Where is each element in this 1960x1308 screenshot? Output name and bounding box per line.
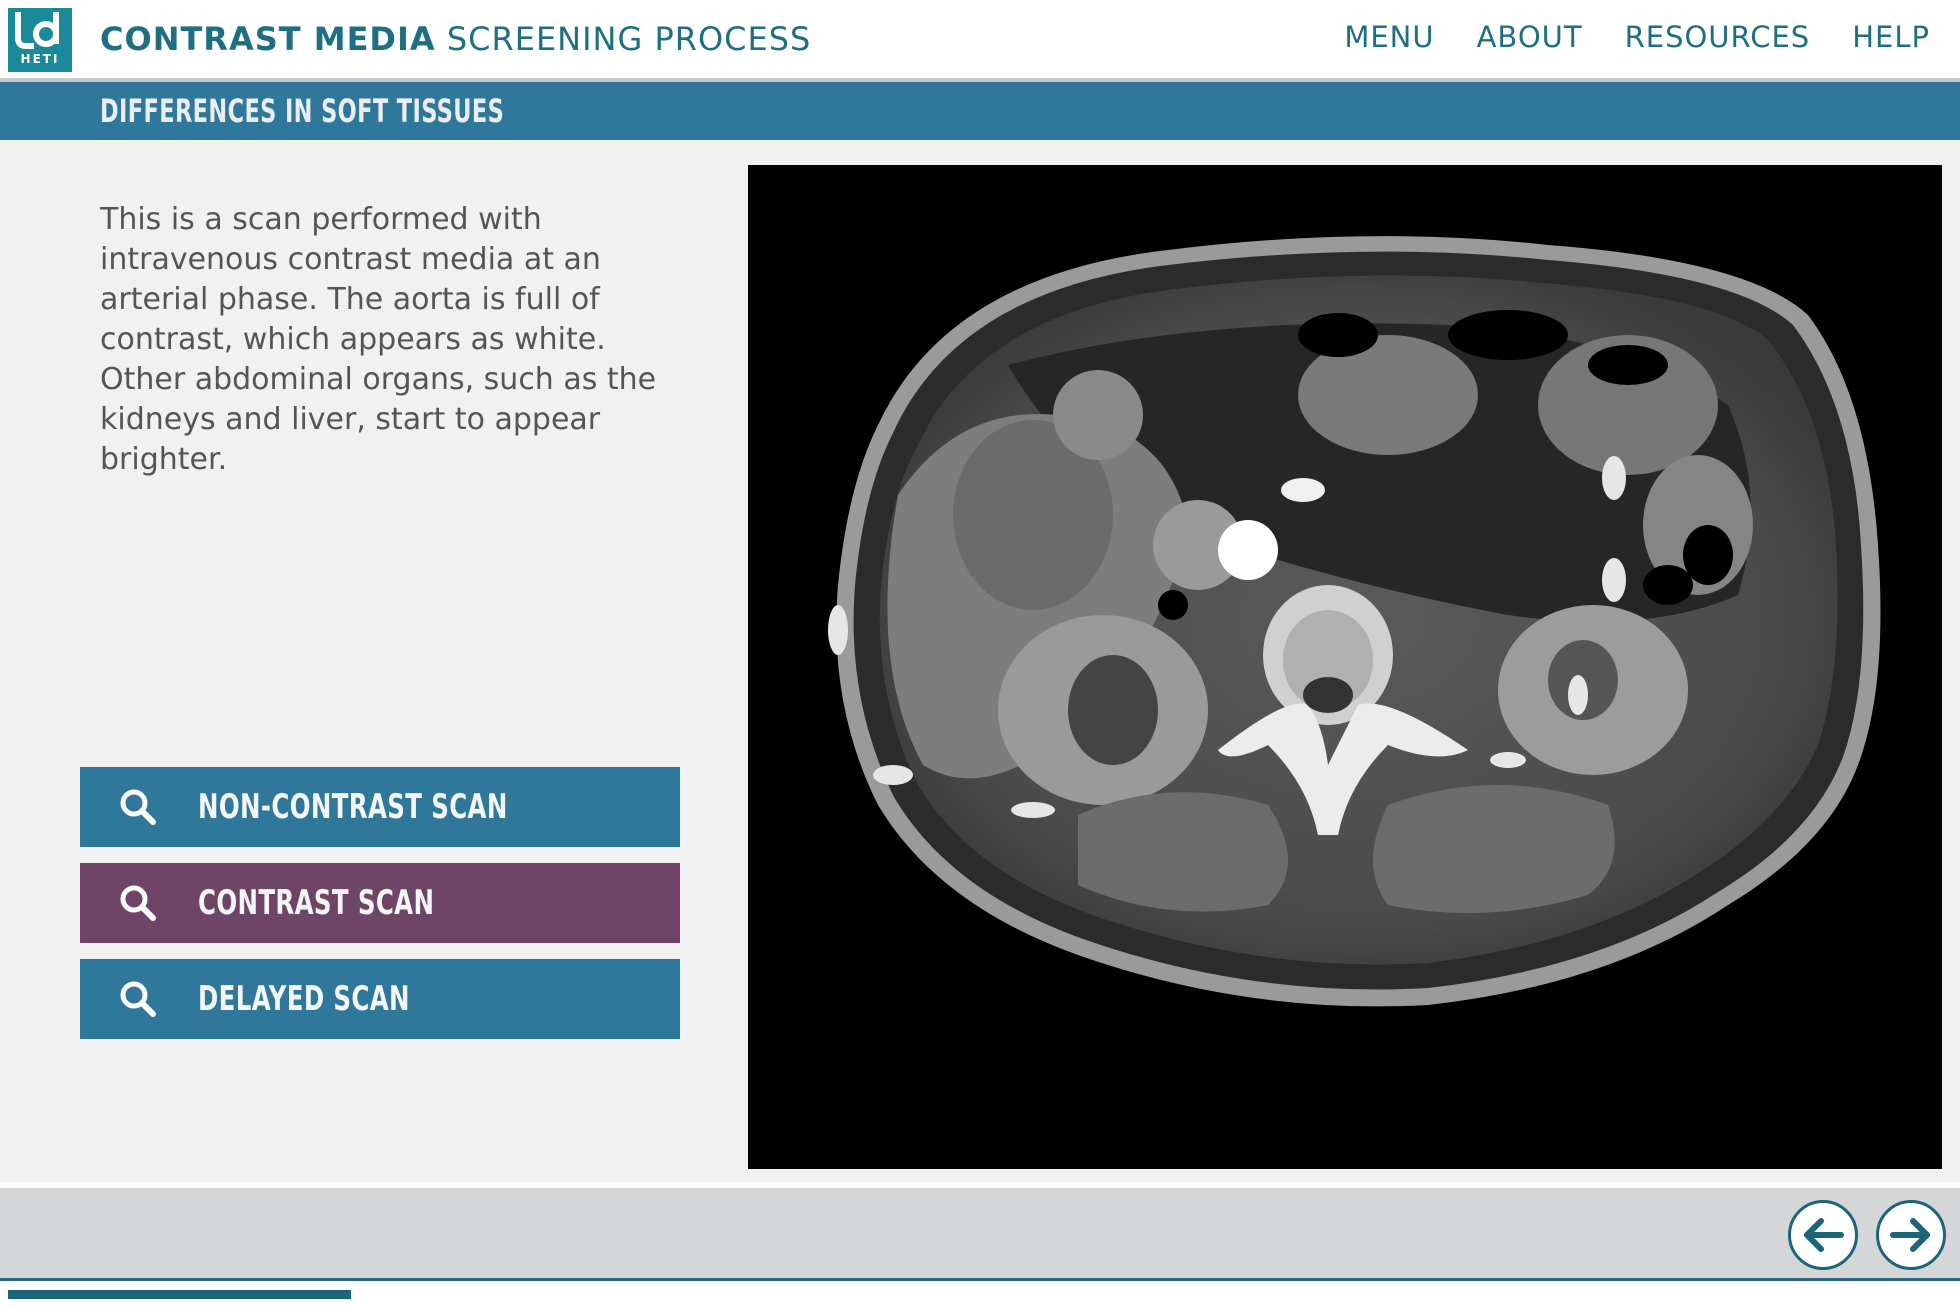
next-button[interactable]: [1876, 1200, 1946, 1270]
arrow-right-icon: [1890, 1218, 1930, 1252]
app-header: HETI CONTRAST MEDIA SCREENING PROCESS ME…: [0, 0, 1960, 80]
contrast-scan-button[interactable]: CONTRAST SCAN: [80, 863, 680, 943]
non-contrast-scan-button[interactable]: NON-CONTRAST SCAN: [80, 767, 680, 847]
contrast-scan-label: CONTRAST SCAN: [198, 883, 435, 923]
logo-text: HETI: [20, 52, 60, 66]
logo-mark-icon: [15, 12, 59, 49]
nav-about[interactable]: ABOUT: [1477, 20, 1583, 54]
section-banner: DIFFERENCES IN SOFT TISSUES: [0, 82, 1960, 140]
nav-resources[interactable]: RESOURCES: [1625, 20, 1811, 54]
top-nav: MENU ABOUT RESOURCES HELP: [1344, 20, 1930, 54]
scan-description: This is a scan performed with intravenou…: [100, 202, 657, 477]
section-title: DIFFERENCES IN SOFT TISSUES: [100, 92, 505, 130]
search-icon: [120, 789, 156, 825]
progress-bar: [8, 1290, 351, 1299]
nav-menu[interactable]: MENU: [1344, 20, 1434, 54]
search-icon: [120, 981, 156, 1017]
ct-scan-image: [748, 165, 1942, 1169]
search-icon: [120, 885, 156, 921]
app-title: CONTRAST MEDIA SCREENING PROCESS: [100, 20, 811, 58]
delayed-scan-button[interactable]: DELAYED SCAN: [80, 959, 680, 1039]
nav-help[interactable]: HELP: [1852, 20, 1930, 54]
heti-logo[interactable]: HETI: [8, 8, 72, 72]
ct-scan-illustration: [828, 236, 1881, 1007]
delayed-scan-label: DELAYED SCAN: [198, 979, 410, 1019]
non-contrast-scan-label: NON-CONTRAST SCAN: [198, 787, 508, 827]
arrow-left-icon: [1804, 1218, 1844, 1252]
app-title-rest: SCREENING PROCESS: [446, 20, 812, 58]
footer-bar: [0, 1188, 1960, 1280]
previous-button[interactable]: [1788, 1200, 1858, 1270]
app-title-bold: CONTRAST MEDIA: [100, 20, 436, 58]
